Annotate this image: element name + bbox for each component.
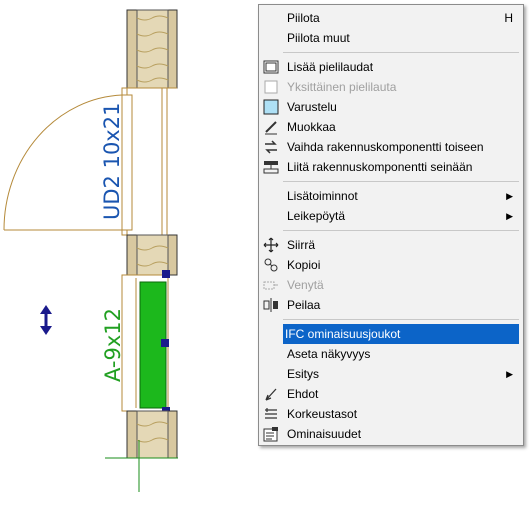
single-jamb-board-icon	[263, 79, 279, 95]
swap-component-icon	[263, 139, 279, 155]
menu-item-attach-to-wall[interactable]: Liitä rakennuskomponentti seinään	[261, 157, 521, 177]
menu-item-more-functions[interactable]: Lisätoiminnot ▶	[261, 186, 521, 206]
drawing-canvas[interactable]: UD2 10x21 A-9x12	[0, 0, 260, 506]
menu-item-properties[interactable]: Ominaisuudet	[261, 424, 521, 444]
menu-item-label: Piilota muut	[287, 31, 350, 45]
move-icon	[263, 237, 279, 253]
menu-item-move[interactable]: Siirrä	[261, 235, 521, 255]
menu-item-equipment[interactable]: Varustelu	[261, 97, 521, 117]
menu-item-label: Lisää pielilaudat	[287, 60, 374, 74]
wall-segment-top[interactable]	[126, 9, 178, 89]
flip-arrow-icon[interactable]	[40, 305, 52, 335]
floor-plan-drawing[interactable]: UD2 10x21 A-9x12	[0, 0, 260, 506]
menu-item-label: IFC ominaisuusjoukot	[285, 327, 401, 341]
conditions-icon	[263, 386, 279, 402]
wall-segment-middle[interactable]	[126, 234, 178, 276]
menu-item-swap-component[interactable]: Vaihda rakennuskomponentti toiseen	[261, 137, 521, 157]
menu-item-mirror[interactable]: Peilaa	[261, 295, 521, 315]
menu-separator	[283, 230, 519, 231]
menu-item-label: Lisätoiminnot	[287, 189, 358, 203]
menu-item-stretch: Venytä	[261, 275, 521, 295]
menu-item-label: Vaihda rakennuskomponentti toiseen	[287, 140, 484, 154]
menu-item-label: Peilaa	[287, 298, 321, 312]
menu-separator	[283, 319, 519, 320]
edit-icon	[263, 119, 279, 135]
menu-item-hide-others[interactable]: Piilota muut	[261, 28, 521, 48]
menu-item-set-visibility[interactable]: Aseta näkyvyys	[261, 344, 521, 364]
menu-item-label: Esitys	[287, 367, 320, 381]
menu-item-add-jamb-boards[interactable]: Lisää pielilaudat	[261, 57, 521, 77]
menu-item-label: Siirrä	[287, 238, 316, 252]
menu-item-label: Aseta näkyvyys	[287, 347, 371, 361]
submenu-arrow-icon: ▶	[506, 191, 513, 201]
grip-handle-top[interactable]	[162, 270, 170, 278]
menu-item-ifc-property-sets[interactable]: IFC ominaisuusjoukot	[283, 324, 519, 344]
menu-item-label: Venytä	[287, 278, 324, 292]
menu-item-conditions[interactable]: Ehdot	[261, 384, 521, 404]
menu-item-label: Ominaisuudet	[287, 427, 362, 441]
attach-to-wall-icon	[263, 159, 279, 175]
height-levels-icon	[263, 406, 279, 422]
menu-separator	[283, 181, 519, 182]
menu-item-presentation[interactable]: Esitys ▶	[261, 364, 521, 384]
menu-item-single-jamb-board: Yksittäinen pielilauta	[261, 77, 521, 97]
window-tag[interactable]: A-9x12	[101, 308, 125, 382]
menu-item-hide[interactable]: Piilota H	[261, 8, 521, 28]
menu-item-label: Liitä rakennuskomponentti seinään	[287, 160, 473, 174]
stretch-icon	[263, 277, 279, 293]
mirror-icon	[263, 297, 279, 313]
menu-item-label: Piilota	[287, 11, 320, 25]
submenu-arrow-icon: ▶	[506, 369, 513, 379]
menu-item-clipboard[interactable]: Leikepöytä ▶	[261, 206, 521, 226]
menu-item-label: Muokkaa	[287, 120, 336, 134]
wall-segment-bottom[interactable]	[126, 410, 178, 459]
shortcut-label: H	[504, 11, 513, 25]
menu-item-copy[interactable]: Kopioi	[261, 255, 521, 275]
equipment-icon	[263, 99, 279, 115]
menu-separator	[283, 52, 519, 53]
menu-item-label: Korkeustasot	[287, 407, 358, 421]
submenu-arrow-icon: ▶	[506, 211, 513, 221]
add-jamb-boards-icon	[263, 59, 279, 75]
menu-item-label: Ehdot	[287, 387, 319, 401]
menu-item-label: Kopioi	[287, 258, 321, 272]
menu-item-label: Leikepöytä	[287, 209, 346, 223]
properties-icon	[263, 426, 279, 442]
door-tag[interactable]: UD2 10x21	[100, 103, 124, 220]
menu-item-height-levels[interactable]: Korkeustasot	[261, 404, 521, 424]
grip-handle-middle[interactable]	[161, 339, 169, 347]
menu-item-label: Varustelu	[287, 100, 337, 114]
menu-item-edit[interactable]: Muokkaa	[261, 117, 521, 137]
copy-icon	[263, 257, 279, 273]
context-menu: Piilota H Piilota muut Lisää pielilaudat…	[258, 4, 524, 446]
menu-item-label: Yksittäinen pielilauta	[287, 80, 397, 94]
